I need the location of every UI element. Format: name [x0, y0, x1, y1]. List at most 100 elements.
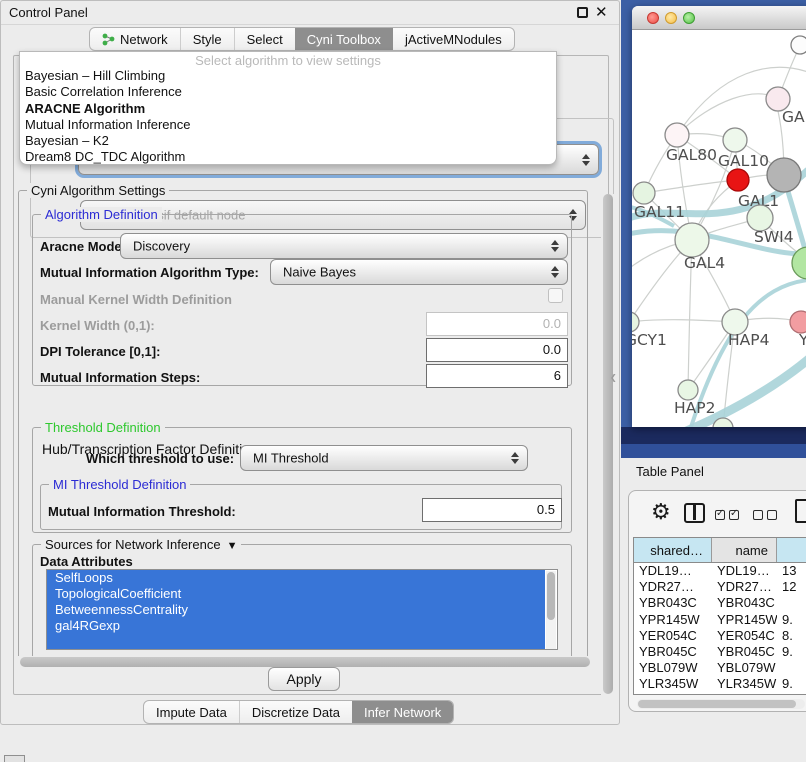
panel-resize-handle-icon[interactable]: ❮: [610, 373, 617, 382]
network-canvas[interactable]: GALGAL80GAL10GAL1GAL11SWI4GAL4GCY1HAP4YH…: [632, 30, 806, 427]
new-table-icon[interactable]: [795, 499, 806, 523]
tab-impute-data-label: Impute Data: [156, 705, 227, 720]
table-toolbar: ⚙: [629, 491, 806, 537]
gear-icon[interactable]: ⚙: [651, 499, 671, 525]
network-node[interactable]: [767, 158, 801, 192]
network-node-hap2[interactable]: [678, 380, 698, 400]
table-header-row: shared… name: [634, 538, 806, 563]
column-header-shared-name[interactable]: shared…: [634, 538, 712, 562]
table-cell: [777, 660, 806, 676]
dropdown-item[interactable]: ARACNE Algorithm: [20, 101, 556, 117]
scrollbar-thumb[interactable]: [603, 194, 613, 694]
list-vertical-scrollbar[interactable]: [546, 571, 556, 650]
node-label: GCY1: [632, 331, 667, 349]
mi-threshold-field[interactable]: 0.5: [422, 498, 562, 522]
network-node-y[interactable]: [790, 311, 806, 333]
table-row[interactable]: YDL19…YDL19…13: [634, 563, 806, 579]
table-cell: YIL053C: [634, 693, 712, 696]
algorithm-definition-title: Algorithm Definition: [41, 207, 162, 222]
table-cell: YPR145W: [634, 612, 712, 628]
table-row[interactable]: YIL053CYIL053C9: [634, 693, 806, 696]
table-cell: YDL19…: [712, 563, 777, 579]
network-node-gcy1[interactable]: [632, 312, 639, 332]
list-item[interactable]: BetweennessCentrality: [47, 602, 545, 618]
select-all-checkboxes-icon[interactable]: [715, 507, 743, 525]
network-node-gal11[interactable]: [633, 182, 655, 204]
dropdown-item[interactable]: Dream8 DC_TDC Algorithm: [20, 149, 556, 165]
apply-button[interactable]: Apply: [268, 667, 340, 691]
close-traffic-light-icon[interactable]: [647, 12, 659, 24]
list-item[interactable]: SelfLoops: [47, 570, 545, 586]
collapse-down-icon: ▼: [227, 540, 238, 552]
dropdown-item[interactable]: Basic Correlation Inference: [20, 84, 556, 100]
scrollbar-thumb[interactable]: [20, 657, 590, 667]
table-row[interactable]: YBR043CYBR043C: [634, 595, 806, 611]
mi-type-combo[interactable]: Naive Bayes: [270, 259, 568, 285]
scrollbar-thumb[interactable]: [547, 572, 555, 620]
node-label: GAL11: [634, 203, 685, 221]
table-row[interactable]: YBR045CYBR045C9.: [634, 644, 806, 660]
network-node-gal4[interactable]: [675, 223, 709, 257]
window-shadow: [621, 427, 806, 444]
network-node-gal10[interactable]: [723, 128, 747, 152]
tab-style[interactable]: Style: [180, 28, 234, 50]
network-window-titlebar[interactable]: [632, 6, 806, 30]
dropdown-item[interactable]: Mutual Information Inference: [20, 117, 556, 133]
deselect-all-checkboxes-icon[interactable]: [753, 507, 781, 525]
table-row[interactable]: YDR27…YDR27…12: [634, 579, 806, 595]
zoom-traffic-light-icon[interactable]: [683, 12, 695, 24]
scrollbar-thumb[interactable]: [638, 700, 796, 708]
column-header-name[interactable]: name: [712, 538, 777, 562]
mi-threshold-group-title: MI Threshold Definition: [49, 477, 190, 492]
which-threshold-combo[interactable]: MI Threshold: [240, 445, 528, 471]
close-icon[interactable]: ✕: [595, 3, 608, 21]
table-row[interactable]: YER054CYER054C8.: [634, 628, 806, 644]
list-item[interactable]: TopologicalCoefficient: [47, 586, 545, 602]
column-header-partial[interactable]: [777, 538, 806, 562]
network-node[interactable]: [791, 36, 806, 54]
tab-select-label: Select: [247, 32, 283, 47]
tab-discretize-data[interactable]: Discretize Data: [239, 701, 352, 723]
table-horizontal-scrollbar[interactable]: [637, 699, 805, 709]
manual-kernel-checkbox[interactable]: [548, 288, 563, 303]
tab-infer-network[interactable]: Infer Network: [352, 701, 453, 723]
tab-cyni-toolbox[interactable]: Cyni Toolbox: [295, 28, 393, 50]
desktop-band: [621, 444, 806, 458]
stepper-arrows-icon: [511, 452, 519, 464]
cyni-algorithm-settings-title: Cyni Algorithm Settings: [27, 183, 169, 198]
data-attributes-list[interactable]: SelfLoopsTopologicalCoefficientBetweenne…: [46, 569, 558, 650]
tab-jactivemnodules[interactable]: jActiveMNodules: [393, 28, 514, 50]
list-item-partial[interactable]: [47, 634, 545, 650]
table-row[interactable]: YPR145WYPR145W9.: [634, 612, 806, 628]
network-edge[interactable]: [632, 358, 806, 427]
network-node-gal80[interactable]: [665, 123, 689, 147]
tab-impute-data[interactable]: Impute Data: [144, 701, 239, 723]
tab-cyni-toolbox-label: Cyni Toolbox: [307, 32, 381, 47]
tab-network[interactable]: Network: [90, 28, 180, 50]
network-edge[interactable]: [632, 320, 735, 322]
dropdown-item[interactable]: Bayesian – Hill Climbing: [20, 68, 556, 84]
dropdown-item[interactable]: Bayesian – K2: [20, 133, 556, 149]
tab-style-label: Style: [193, 32, 222, 47]
which-threshold-label: Which threshold to use:: [86, 451, 234, 466]
minimized-panel-icon[interactable]: [4, 755, 25, 762]
network-node-gal1[interactable]: [727, 169, 749, 191]
table-row[interactable]: YBL079WYBL079W: [634, 660, 806, 676]
mi-steps-field[interactable]: 6: [426, 364, 568, 388]
kernel-width-field[interactable]: 0.0: [426, 312, 568, 336]
dpi-tolerance-field[interactable]: 0.0: [426, 338, 568, 362]
network-icon: [102, 33, 115, 46]
table-cell: YER054C: [634, 628, 712, 644]
float-window-icon[interactable]: [577, 7, 588, 18]
table-cell: 9.: [777, 644, 806, 660]
list-item[interactable]: gal4RGexp: [47, 618, 545, 634]
sources-group-title: Sources for Network Inference▼: [41, 537, 241, 552]
aracne-mode-value: Discovery: [133, 239, 190, 254]
settings-vertical-scrollbar[interactable]: [601, 194, 615, 712]
tab-select[interactable]: Select: [234, 28, 295, 50]
stepper-arrows-icon: [551, 240, 559, 252]
minimize-traffic-light-icon[interactable]: [665, 12, 677, 24]
aracne-mode-combo[interactable]: Discovery: [120, 233, 568, 259]
table-row[interactable]: YLR345WYLR345W9.: [634, 676, 806, 692]
columns-icon[interactable]: [684, 503, 705, 523]
